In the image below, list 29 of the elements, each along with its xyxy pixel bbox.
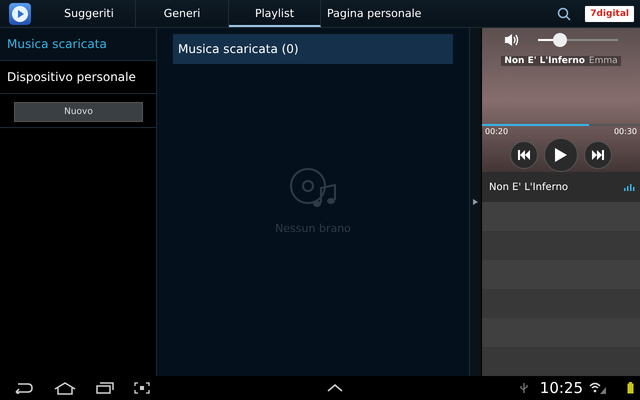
usb-icon (520, 383, 528, 393)
playlist-header: Musica scaricata (0) (173, 34, 453, 64)
song-title: Non E' L'Inferno (504, 56, 585, 66)
tab[interactable]: Suggeriti (43, 0, 136, 27)
sidebar-item[interactable]: Musica scaricata (0, 28, 156, 61)
sidebar-item[interactable]: Dispositivo personale (0, 61, 156, 94)
song-title: Non E' L'Inferno (489, 182, 568, 192)
screenshot-icon[interactable] (134, 382, 150, 394)
elapsed-time: 00:20 (485, 127, 508, 136)
app-icon[interactable] (9, 2, 31, 24)
clock: 10:25 (540, 379, 584, 397)
tab[interactable]: Generi (136, 0, 229, 27)
search-icon[interactable] (557, 6, 572, 20)
expand-arrow-icon[interactable] (473, 199, 478, 205)
recent-apps-icon[interactable] (96, 382, 114, 394)
new-button[interactable]: Nuovo (14, 102, 143, 122)
store-logo[interactable]: 7digital (585, 6, 634, 22)
next-icon (591, 150, 605, 160)
play-icon (555, 148, 567, 162)
tab[interactable]: Pagina personale (321, 0, 432, 27)
duration-time: 00:30 (614, 127, 637, 136)
previous-icon (517, 150, 531, 160)
artist-name: Emma (588, 56, 618, 66)
queue-item[interactable]: Non E' L'Inferno (482, 172, 640, 202)
chevron-up-icon[interactable] (326, 384, 343, 392)
speaker-icon[interactable] (504, 33, 520, 47)
home-icon[interactable] (54, 382, 76, 394)
wifi-signal-icon (589, 382, 608, 394)
battery-icon (627, 382, 634, 394)
